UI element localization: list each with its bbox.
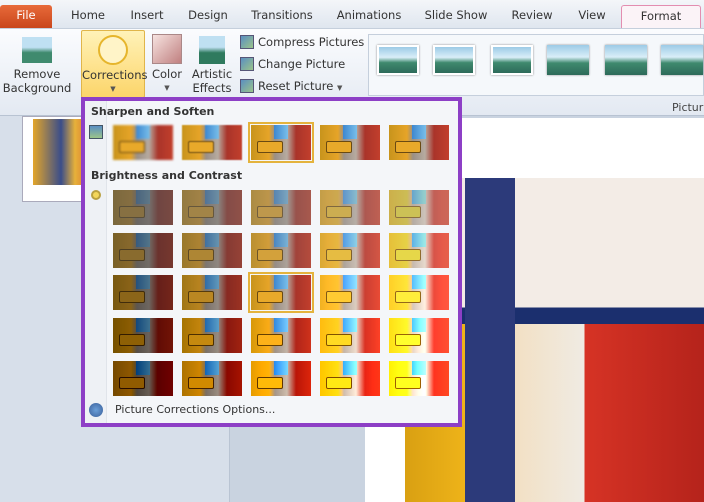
change-picture-icon: [240, 57, 254, 71]
picture-style[interactable]: [433, 45, 475, 75]
corrections-button[interactable]: Corrections ▼: [81, 30, 148, 98]
group-label-picture-styles: Pictur: [672, 101, 704, 114]
picture-style[interactable]: [661, 45, 703, 75]
tab-transitions[interactable]: Transitions: [248, 5, 316, 28]
brightness-contrast-option[interactable]: [320, 233, 380, 268]
change-picture-button[interactable]: Change Picture: [240, 54, 345, 74]
picture-style[interactable]: [491, 45, 533, 75]
brightness-contrast-option[interactable]: [251, 361, 311, 396]
tab-slide-show[interactable]: Slide Show: [422, 5, 490, 28]
picture-corrections-options-link[interactable]: Picture Corrections Options...: [115, 403, 275, 416]
label: Change Picture: [258, 57, 346, 71]
sharpen-icon: [89, 125, 103, 139]
brightness-contrast-option[interactable]: [320, 361, 380, 396]
sharpen-soften-option[interactable]: [182, 125, 242, 160]
brightness-contrast-option[interactable]: [113, 190, 173, 225]
sharpen-soften-option[interactable]: [113, 125, 173, 160]
label: Artistic: [191, 67, 233, 81]
brightness-contrast-heading: Brightness and Contrast: [91, 169, 243, 182]
brightness-contrast-option[interactable]: [113, 318, 173, 353]
picture-corrections-icon: [89, 403, 103, 417]
label: Reset Picture: [258, 79, 334, 93]
brightness-contrast-option[interactable]: [389, 233, 449, 268]
brightness-contrast-option[interactable]: [182, 190, 242, 225]
remove-background-icon: [22, 37, 52, 63]
dropdown-arrow-icon: ▼: [110, 85, 116, 93]
sharpen-soften-option[interactable]: [320, 125, 380, 160]
tab-file[interactable]: File: [0, 5, 52, 28]
brightness-contrast-option[interactable]: [320, 190, 380, 225]
brightness-contrast-option[interactable]: [251, 233, 311, 268]
picture-style[interactable]: [377, 45, 419, 75]
brightness-contrast-option[interactable]: [113, 361, 173, 396]
brightness-contrast-option[interactable]: [182, 361, 242, 396]
brightness-contrast-option[interactable]: [113, 233, 173, 268]
picture-style[interactable]: [605, 45, 647, 75]
label: Background: [2, 81, 72, 95]
artistic-effects-button[interactable]: Artistic Effects ▼: [189, 30, 235, 108]
picture-style[interactable]: [547, 45, 589, 75]
dropdown-arrow-icon: ▼: [337, 84, 343, 92]
tab-home[interactable]: Home: [62, 5, 114, 28]
label: Compress Pictures: [258, 35, 365, 49]
label: Color: [151, 67, 183, 81]
tab-animations[interactable]: Animations: [334, 5, 404, 28]
remove-background-button[interactable]: Remove Background: [2, 31, 72, 101]
corrections-dropdown: Sharpen and Soften Brightness and Contra…: [81, 97, 462, 427]
color-button[interactable]: Color ▼: [149, 30, 185, 98]
brightness-contrast-option[interactable]: [251, 318, 311, 353]
dropdown-arrow-icon: ▼: [164, 84, 170, 92]
ribbon-tabs: File Home Insert Design Transitions Anim…: [0, 0, 704, 28]
brightness-contrast-option[interactable]: [320, 275, 380, 310]
brightness-contrast-option[interactable]: [182, 275, 242, 310]
reset-picture-icon: [240, 79, 254, 93]
brightness-contrast-option[interactable]: [389, 318, 449, 353]
sharpen-soften-heading: Sharpen and Soften: [91, 105, 215, 118]
label: Corrections: [82, 68, 148, 82]
compress-pictures-button[interactable]: Compress Pictures: [240, 32, 364, 52]
brightness-icon: [91, 190, 101, 200]
brightness-contrast-option[interactable]: [320, 318, 380, 353]
brightness-contrast-option[interactable]: [389, 190, 449, 225]
label: Remove: [13, 67, 61, 81]
sun-icon: [98, 35, 128, 65]
brightness-contrast-option[interactable]: [251, 190, 311, 225]
color-icon: [152, 34, 182, 64]
tab-insert[interactable]: Insert: [124, 5, 170, 28]
brightness-contrast-option[interactable]: [113, 275, 173, 310]
brightness-contrast-option[interactable]: [389, 361, 449, 396]
brightness-contrast-option[interactable]: [248, 272, 314, 313]
compress-icon: [240, 35, 254, 49]
tab-view[interactable]: View: [574, 5, 610, 28]
brightness-contrast-option[interactable]: [182, 318, 242, 353]
picture-styles-gallery: [368, 34, 704, 96]
sharpen-soften-option[interactable]: [389, 125, 449, 160]
tab-design[interactable]: Design: [182, 5, 234, 28]
sharpen-soften-option[interactable]: [248, 122, 314, 163]
artistic-effects-icon: [199, 36, 225, 64]
brightness-contrast-option[interactable]: [182, 233, 242, 268]
menu-gutter: [85, 101, 107, 423]
tab-format[interactable]: Format: [621, 5, 701, 28]
brightness-contrast-option[interactable]: [389, 275, 449, 310]
tab-review[interactable]: Review: [508, 5, 556, 28]
reset-picture-button[interactable]: Reset Picture ▼: [240, 76, 342, 96]
label: Effects: [192, 81, 232, 95]
